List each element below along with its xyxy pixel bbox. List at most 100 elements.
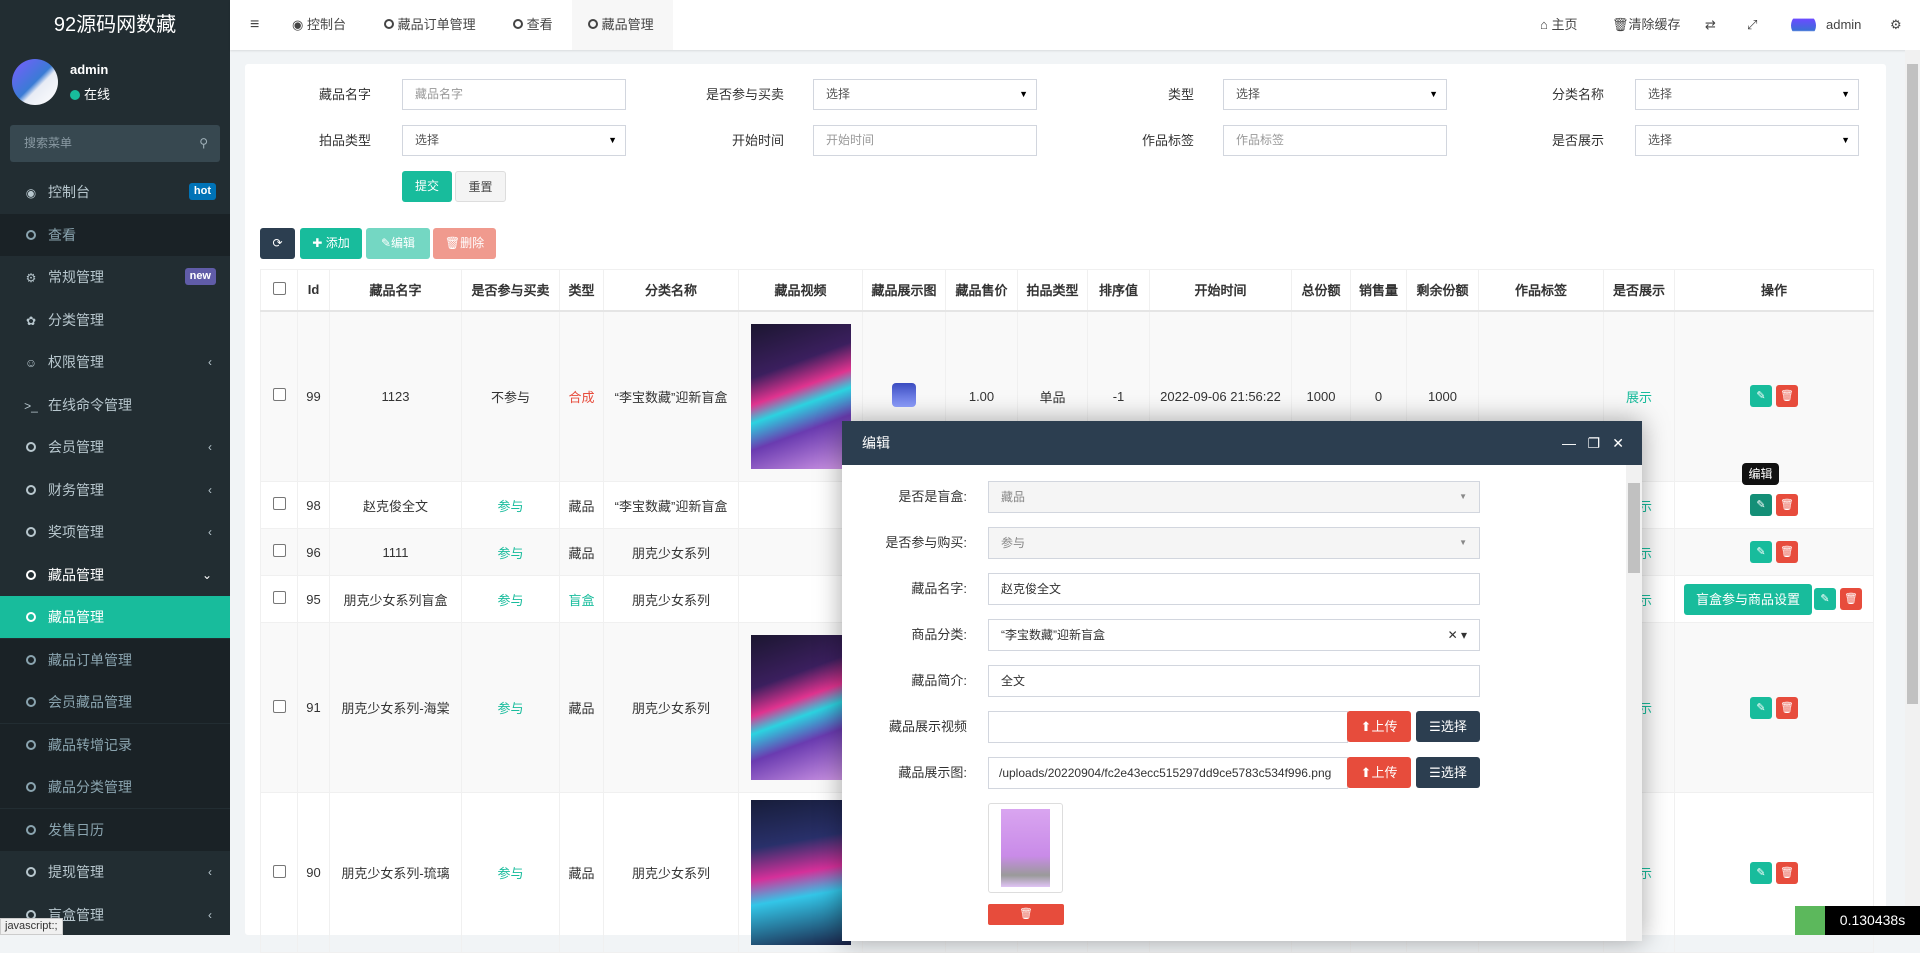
row-delete-button[interactable]: 🗑 — [1776, 861, 1798, 884]
select-all-checkbox[interactable] — [260, 269, 298, 312]
sidebar-item[interactable]: 财务管理 ‹ — [0, 469, 230, 511]
sidebar-item[interactable]: ◉ 控制台 hot — [0, 171, 230, 213]
menu-toggle-icon[interactable]: ≡ — [238, 0, 271, 50]
clear-and-caret-icon[interactable]: ✕ ▾ — [1448, 620, 1467, 650]
row-checkbox[interactable] — [260, 528, 298, 576]
video-thumbnail[interactable] — [750, 635, 851, 780]
column-header[interactable]: Id — [297, 269, 330, 312]
image-input[interactable]: /uploads/20220904/fc2e43ecc515297dd9ce57… — [988, 757, 1348, 789]
row-delete-button[interactable]: 🗑 — [1776, 385, 1798, 408]
scrollbar-thumb[interactable] — [1628, 483, 1640, 573]
modal-scrollbar[interactable] — [1626, 465, 1642, 941]
refresh-button[interactable]: ⟳ — [260, 228, 295, 259]
column-header[interactable]: 是否参与买卖 — [461, 269, 560, 312]
clear-cache-button[interactable]: 🗑清除缓存 — [1612, 0, 1681, 50]
filter-category-select[interactable]: 选择 ▼ — [1635, 79, 1859, 110]
row-delete-button[interactable]: 🗑 — [1776, 696, 1798, 719]
sidebar-item[interactable]: 藏品管理 ⌄ — [0, 554, 230, 596]
column-header[interactable]: 总份额 — [1291, 269, 1351, 312]
remove-image-button[interactable]: 🗑 — [988, 904, 1064, 925]
row-delete-button[interactable]: 🗑 — [1776, 494, 1798, 516]
sidebar-item[interactable]: 藏品分类管理 — [0, 766, 230, 808]
sidebar-item[interactable]: 提现管理 ‹ — [0, 851, 230, 893]
filter-start-input[interactable]: 开始时间 — [813, 125, 1037, 156]
upload-video-button[interactable]: ⬆上传 — [1347, 711, 1411, 742]
logo[interactable]: 92源码网数藏 — [0, 0, 230, 50]
scrollbar-thumb[interactable] — [1907, 64, 1918, 704]
fullscreen-icon[interactable]: ⤢ — [1747, 0, 1757, 50]
sidebar-item[interactable]: 会员管理 ‹ — [0, 426, 230, 468]
close-icon[interactable]: ✕ — [1612, 421, 1624, 465]
settings-gears-icon[interactable]: ⚙ — [1890, 0, 1902, 50]
page-trace-timing[interactable]: 0.130438s — [1825, 906, 1920, 935]
sidebar-item[interactable]: 奖项管理 ‹ — [0, 511, 230, 553]
row-delete-button[interactable]: 🗑 — [1840, 588, 1862, 610]
menu-search-input[interactable]: 搜索菜单 ⚲ — [10, 125, 220, 162]
intro-input[interactable]: 全文 — [988, 665, 1480, 697]
home-link[interactable]: ⌂ 主页 — [1540, 0, 1578, 50]
header-username[interactable]: admin — [1826, 0, 1861, 50]
filter-show-select[interactable]: 选择 ▼ — [1635, 125, 1859, 156]
sidebar-item[interactable]: 藏品转增记录 — [0, 723, 230, 766]
maximize-icon[interactable]: ❐ — [1587, 421, 1600, 465]
column-header[interactable]: 销售量 — [1350, 269, 1407, 312]
column-header[interactable]: 剩余份额 — [1406, 269, 1479, 312]
column-header[interactable]: 藏品名字 — [329, 269, 462, 312]
filter-type-select[interactable]: 选择 ▼ — [1223, 79, 1447, 110]
reset-button[interactable]: 重置 — [455, 171, 506, 202]
column-header[interactable]: 作品标签 — [1478, 269, 1604, 312]
name-input[interactable]: 赵克俊全文 — [988, 573, 1480, 605]
column-header[interactable]: 开始时间 — [1149, 269, 1292, 312]
row-edit-button[interactable]: ✎ — [1750, 385, 1772, 408]
sidebar-item[interactable]: 藏品管理 — [0, 596, 230, 638]
video-thumbnail[interactable] — [750, 800, 851, 945]
tab-dashboard[interactable]: ◉ 控制台 — [280, 0, 358, 50]
sidebar-item[interactable]: >_ 在线命令管理 — [0, 384, 230, 426]
add-button[interactable]: ✚ 添加 — [300, 228, 362, 259]
sidebar-item[interactable]: 会员藏品管理 — [0, 681, 230, 723]
tab-collections[interactable]: 藏品管理 — [572, 0, 673, 50]
trace-logo-icon[interactable] — [1795, 906, 1825, 935]
shield-image-icon[interactable] — [892, 382, 916, 407]
column-header[interactable]: 操作 — [1674, 269, 1874, 312]
filter-auction-select[interactable]: 选择 ▼ — [402, 125, 626, 156]
video-input[interactable] — [988, 711, 1348, 743]
filter-tag-input[interactable]: 作品标签 — [1223, 125, 1447, 156]
row-edit-button[interactable]: ✎ — [1750, 696, 1772, 719]
header-avatar[interactable] — [1791, 13, 1816, 38]
column-header[interactable]: 藏品展示图 — [862, 269, 946, 312]
sidebar-item[interactable]: 藏品订单管理 — [0, 638, 230, 681]
sidebar-item[interactable]: 查看 — [0, 213, 230, 256]
sidebar-item[interactable]: 发售日历 — [0, 808, 230, 851]
page-scrollbar[interactable] — [1905, 50, 1920, 935]
row-checkbox[interactable] — [260, 792, 298, 953]
submit-button[interactable]: 提交 — [402, 171, 452, 202]
blind-box-settings-button[interactable]: 盲盒参与商品设置 — [1683, 583, 1812, 615]
video-thumbnail[interactable] — [750, 323, 851, 469]
filter-trade-select[interactable]: 选择 ▼ — [813, 79, 1037, 110]
column-header[interactable]: 藏品售价 — [945, 269, 1018, 312]
row-edit-button[interactable]: ✎ — [1750, 861, 1772, 884]
filter-name-input[interactable]: 藏品名字 — [402, 79, 626, 110]
category-select[interactable]: “李宝数藏”迎新盲盒 ✕ ▾ — [988, 619, 1480, 651]
upload-image-button[interactable]: ⬆上传 — [1347, 757, 1411, 788]
row-edit-button[interactable]: ✎ — [1750, 494, 1772, 516]
minimize-icon[interactable]: — — [1562, 421, 1576, 465]
column-header[interactable]: 是否展示 — [1603, 269, 1675, 312]
row-checkbox[interactable] — [260, 622, 298, 793]
sidebar-item[interactable]: ☺ 权限管理 ‹ — [0, 341, 230, 383]
sidebar-item[interactable]: ⚙ 常规管理 new — [0, 256, 230, 298]
choose-video-button[interactable]: ☰选择 — [1416, 711, 1480, 742]
row-edit-button[interactable]: ✎ — [1814, 588, 1836, 610]
row-checkbox[interactable] — [260, 575, 298, 623]
column-header[interactable]: 分类名称 — [603, 269, 739, 312]
translate-icon[interactable]: ⇄ — [1705, 0, 1716, 50]
column-header[interactable]: 藏品视频 — [738, 269, 863, 312]
row-checkbox[interactable] — [260, 481, 298, 529]
edit-button[interactable]: ✎编辑 — [366, 228, 430, 259]
sidebar-item[interactable]: ✿ 分类管理 — [0, 299, 230, 341]
tab-view[interactable]: 查看 — [501, 0, 565, 50]
row-checkbox[interactable] — [260, 310, 298, 482]
delete-button[interactable]: 🗑删除 — [433, 228, 496, 259]
blind-box-select[interactable]: 藏品 ▼ — [988, 481, 1480, 513]
